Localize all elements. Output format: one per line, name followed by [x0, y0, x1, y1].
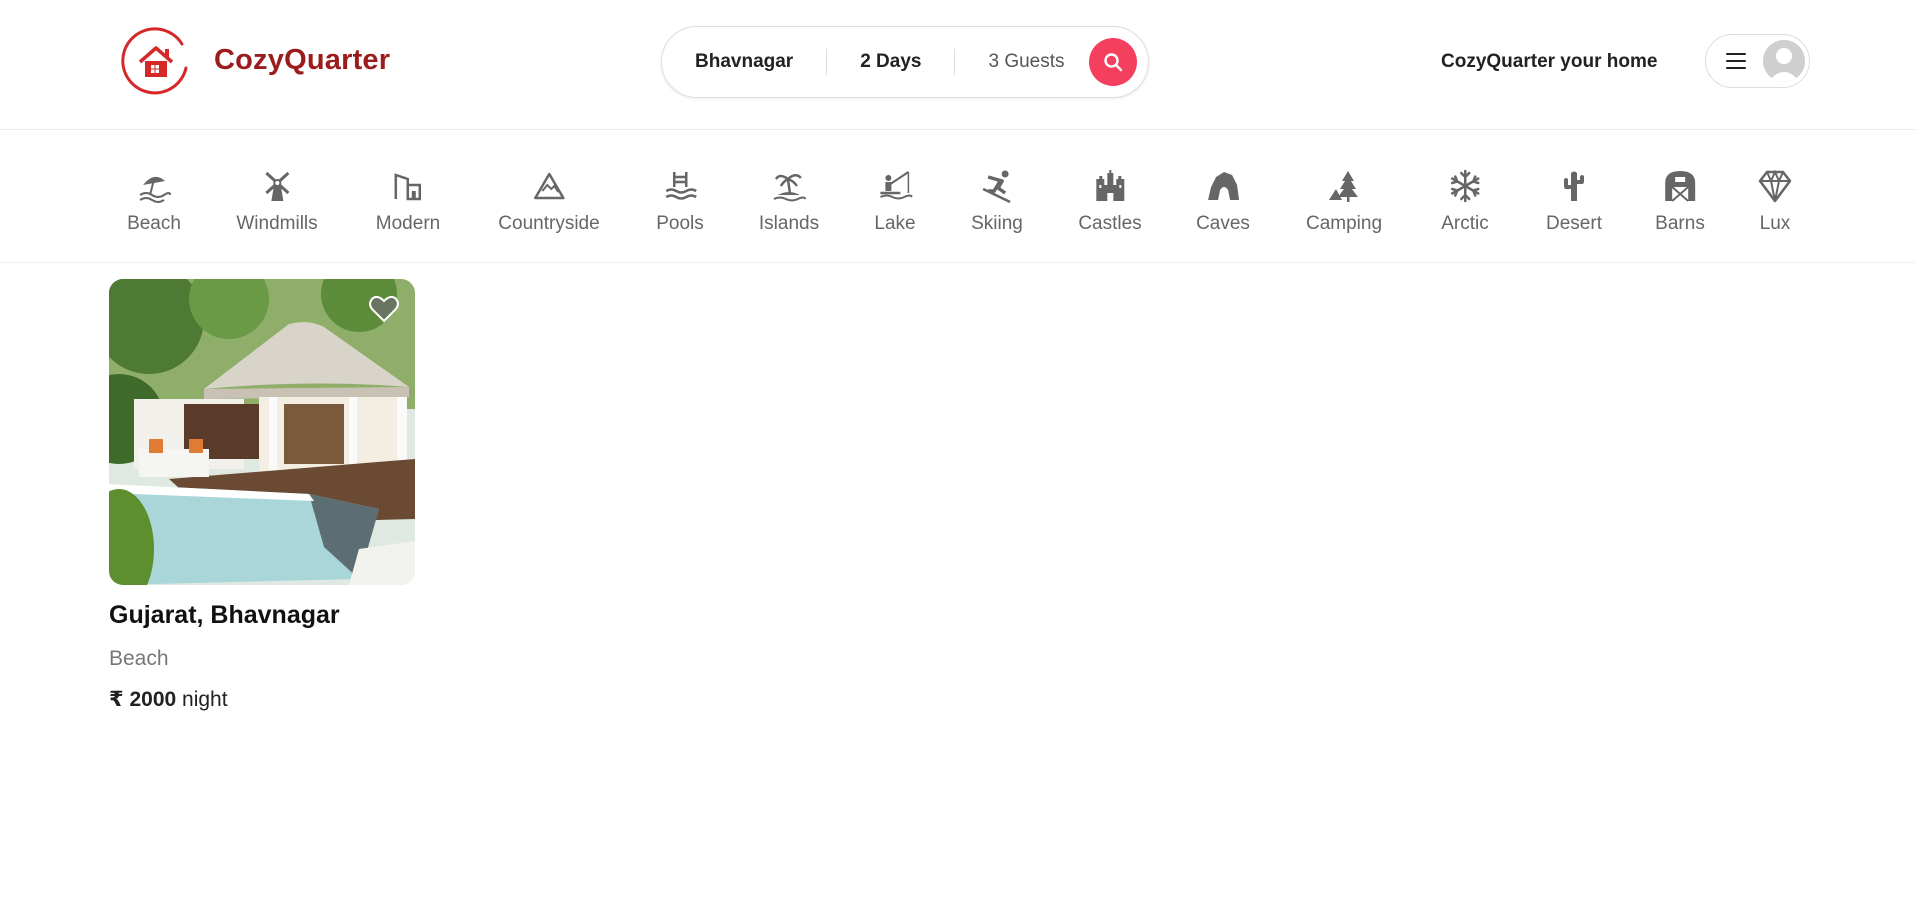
castle-icon	[1095, 170, 1124, 201]
category-label: Lux	[1759, 213, 1791, 234]
category-label: Countryside	[498, 213, 600, 234]
listing-price: ₹ 2000 night	[109, 687, 415, 712]
category-label: Beach	[127, 213, 181, 234]
category-label: Skiing	[971, 213, 1023, 234]
avatar	[1763, 40, 1805, 82]
category-islands[interactable]: Islands	[759, 169, 819, 235]
category-label: Castles	[1078, 213, 1142, 234]
top-navbar: CozyQuarter Bhavnagar 2 Days 3 Guests Co…	[0, 0, 1916, 130]
category-pools[interactable]: Pools	[656, 169, 704, 235]
price-unit: night	[182, 688, 228, 711]
user-placeholder-icon	[1763, 40, 1805, 82]
cactus-icon	[1564, 171, 1584, 201]
category-castles[interactable]: Castles	[1078, 169, 1142, 235]
fishing-icon	[879, 171, 912, 200]
category-label: Camping	[1305, 213, 1383, 234]
category-modern[interactable]: Modern	[376, 169, 440, 235]
search-guests[interactable]: 3 Guests	[955, 51, 1082, 73]
user-menu-button[interactable]	[1705, 34, 1810, 88]
beach-icon	[139, 176, 171, 203]
villa-pool-photo	[109, 279, 415, 585]
category-label: Arctic	[1441, 213, 1489, 234]
category-desert[interactable]: Desert	[1546, 169, 1602, 235]
cave-icon	[1207, 172, 1239, 200]
diamond-icon	[1758, 169, 1792, 203]
listing-category: Beach	[109, 647, 169, 670]
category-label: Lake	[874, 213, 916, 234]
host-your-home-link[interactable]: CozyQuarter your home	[1441, 51, 1657, 73]
category-arctic[interactable]: Arctic	[1441, 169, 1489, 235]
hamburger-menu-icon	[1726, 53, 1746, 69]
category-label: Caves	[1196, 213, 1250, 234]
listing-image[interactable]	[109, 279, 415, 585]
category-label: Windmills	[236, 213, 318, 234]
search-bar[interactable]: Bhavnagar 2 Days 3 Guests	[661, 26, 1149, 98]
heart-icon[interactable]	[369, 295, 399, 323]
category-lake[interactable]: Lake	[874, 169, 916, 235]
camping-icon	[1328, 171, 1358, 202]
category-bar: Beach Windmills Modern Countryside Pools…	[0, 131, 1916, 263]
category-barns[interactable]: Barns	[1655, 169, 1705, 235]
windmill-icon	[264, 171, 290, 201]
category-camping[interactable]: Camping	[1306, 169, 1382, 235]
search-duration[interactable]: 2 Days	[827, 51, 954, 73]
category-beach[interactable]: Beach	[127, 169, 181, 235]
pool-icon	[665, 172, 697, 200]
category-label: Modern	[375, 213, 441, 234]
price-currency: ₹	[109, 688, 124, 711]
category-caves[interactable]: Caves	[1196, 169, 1250, 235]
price-amount: 2000	[129, 688, 177, 711]
search-icon	[1104, 53, 1123, 72]
search-button[interactable]	[1089, 38, 1137, 86]
mountain-icon	[533, 172, 565, 200]
category-windmills[interactable]: Windmills	[236, 169, 318, 235]
category-label: Barns	[1655, 213, 1705, 234]
category-label: Islands	[758, 213, 820, 234]
barn-icon	[1664, 171, 1695, 202]
logo[interactable]: CozyQuarter	[120, 24, 390, 96]
category-countryside[interactable]: Countryside	[498, 169, 600, 235]
skiing-icon	[982, 170, 1011, 203]
listing-location: Gujarat, Bhavnagar	[109, 601, 340, 629]
category-label: Desert	[1546, 213, 1602, 234]
category-lux[interactable]: Lux	[1758, 169, 1792, 235]
snowflake-icon	[1450, 169, 1480, 203]
house-logo-icon	[121, 27, 188, 95]
category-label: Pools	[656, 213, 704, 234]
search-location[interactable]: Bhavnagar	[662, 51, 826, 73]
brand-name: CozyQuarter	[214, 43, 391, 76]
modern-building-icon	[394, 173, 422, 201]
listing-card[interactable]: Gujarat, Bhavnagar Beach ₹ 2000 night	[109, 279, 415, 712]
category-skiing[interactable]: Skiing	[971, 169, 1023, 235]
island-icon	[773, 174, 806, 202]
